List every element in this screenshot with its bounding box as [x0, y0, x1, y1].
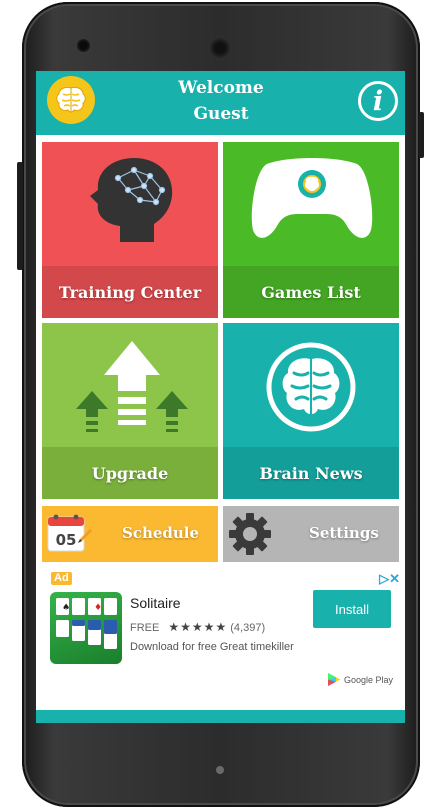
info-icon[interactable]: i [358, 81, 398, 121]
ad-app-title[interactable]: Solitaire [130, 595, 181, 611]
games-list-tile[interactable]: Games List [223, 142, 399, 318]
power-button [419, 112, 424, 158]
ad-app-meta: FREE ★★★★★ (4,397) [130, 620, 265, 634]
top-bar: Welcome Guest i [36, 71, 405, 135]
google-play-badge[interactable]: Google Play [328, 673, 393, 686]
ad-badge: Ad [51, 572, 72, 585]
install-button[interactable]: Install [313, 590, 391, 628]
ad-price: FREE [130, 622, 160, 634]
ad-choices-icon[interactable]: ▷✕ [379, 571, 400, 587]
training-center-label: Training Center [42, 266, 218, 318]
training-center-tile[interactable]: Training Center [42, 142, 218, 318]
ad-banner[interactable]: Ad ▷✕ ♠ ♦ Solitaire FREE ★★★★★ (4,397) D… [36, 568, 405, 710]
upgrade-arrows-icon [76, 341, 188, 432]
brain-news-label: Brain News [223, 447, 399, 499]
gear-icon [229, 513, 271, 555]
svg-text:♦: ♦ [94, 603, 102, 613]
schedule-button[interactable]: 05 Schedule [42, 506, 218, 562]
rating-stars-icon: ★★★★★ [168, 620, 228, 634]
ad-rating-count: (4,397) [230, 622, 266, 634]
svg-text:♠: ♠ [62, 603, 70, 613]
ad-description: Download for free Great timekiller [130, 641, 294, 653]
app-screen: Welcome Guest i Training Center Games Li… [36, 71, 405, 723]
solitaire-app-icon[interactable]: ♠ ♦ [50, 592, 122, 664]
home-indicator[interactable] [216, 766, 224, 774]
upgrade-label: Upgrade [42, 447, 218, 499]
upgrade-tile[interactable]: Upgrade [42, 323, 218, 499]
brain-news-tile[interactable]: Brain News [223, 323, 399, 499]
gamepad-icon [251, 158, 373, 238]
settings-label: Settings [309, 524, 379, 542]
info-glyph: i [372, 85, 384, 117]
calendar-day: 05 [56, 531, 77, 549]
google-play-icon [328, 673, 340, 686]
schedule-label: Schedule [122, 524, 200, 542]
welcome-title: Welcome Guest [136, 75, 306, 127]
settings-button[interactable]: Settings [223, 506, 399, 562]
earpiece-speaker [208, 36, 232, 60]
brain-logo-icon[interactable] [47, 76, 95, 124]
front-camera [77, 39, 90, 52]
head-brain-icon [90, 158, 173, 242]
bottom-bar [36, 710, 405, 723]
volume-button [17, 162, 23, 270]
welcome-line: Welcome [178, 78, 264, 98]
username-line: Guest [193, 104, 249, 124]
games-list-label: Games List [223, 266, 399, 318]
google-play-label: Google Play [344, 674, 394, 685]
calendar-icon: 05 [47, 514, 92, 552]
brain-circle-icon [266, 342, 356, 432]
